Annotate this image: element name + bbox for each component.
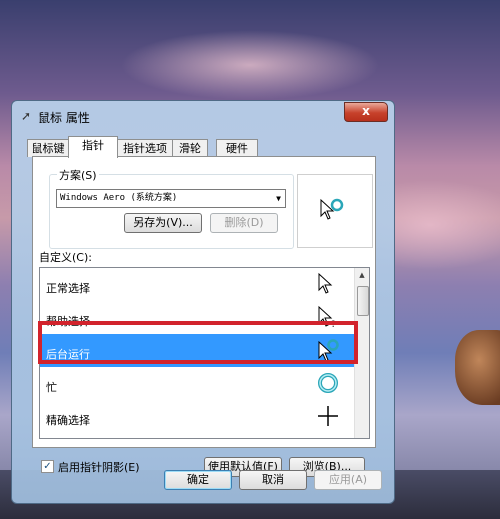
list-item-busy[interactable]: 忙 — [40, 367, 355, 400]
scheme-select[interactable]: Windows Aero (系统方案) ▼ — [56, 189, 286, 208]
tab-pointers[interactable]: 指针 — [68, 136, 118, 158]
pointer-shadow-label: 启用指针阴影(E) — [58, 461, 140, 474]
list-item-normal-select[interactable]: 正常选择 — [40, 268, 355, 301]
arrow-cursor-icon — [318, 272, 333, 294]
mouse-properties-dialog: ➚ 鼠标 属性 x 鼠标键 指针 指针选项 滑轮 硬件 方案(S) Window… — [11, 100, 395, 504]
scheme-group — [49, 174, 294, 249]
chevron-down-icon: ▼ — [276, 194, 281, 203]
cancel-button[interactable]: 取消 — [239, 470, 307, 490]
customize-label: 自定义(C): — [39, 251, 92, 264]
mouse-icon: ➚ — [21, 109, 32, 123]
list-item-label: 正常选择 — [46, 282, 90, 295]
scroll-up-icon[interactable]: ▲ — [355, 268, 369, 282]
cursor-preview — [297, 174, 373, 248]
save-as-button[interactable]: 另存为(V)... — [124, 213, 202, 233]
precision-cursor-icon — [318, 406, 338, 426]
apply-button[interactable]: 应用(A) — [314, 470, 382, 490]
tab-wheel[interactable]: 滑轮 — [172, 139, 208, 157]
delete-button[interactable]: 删除(D) — [210, 213, 278, 233]
busy-ring-cursor-icon — [318, 373, 338, 393]
scheme-label: 方案(S) — [57, 167, 99, 183]
list-item-label: 忙 — [46, 381, 57, 394]
tab-hardware[interactable]: 硬件 — [216, 139, 258, 157]
close-button[interactable]: x — [344, 102, 388, 122]
list-item-precision-select[interactable]: 精确选择 — [40, 400, 355, 433]
tab-pointer-options[interactable]: 指针选项 — [117, 139, 173, 157]
scheme-select-value: Windows Aero (系统方案) — [60, 193, 178, 203]
tab-buttons[interactable]: 鼠标键 — [27, 139, 69, 157]
pointer-shadow-checkbox[interactable]: ✓ — [41, 460, 54, 473]
ok-button[interactable]: 确定 — [164, 470, 232, 490]
highlight-annotation — [38, 321, 358, 364]
pointers-panel: 方案(S) Windows Aero (系统方案) ▼ 另存为(V)... 删除… — [32, 156, 376, 477]
scroll-thumb[interactable] — [357, 286, 369, 316]
list-item-label: 精确选择 — [46, 414, 90, 427]
busy-arrow-cursor-icon — [320, 198, 344, 220]
dialog-title: 鼠标 属性 — [38, 111, 90, 125]
